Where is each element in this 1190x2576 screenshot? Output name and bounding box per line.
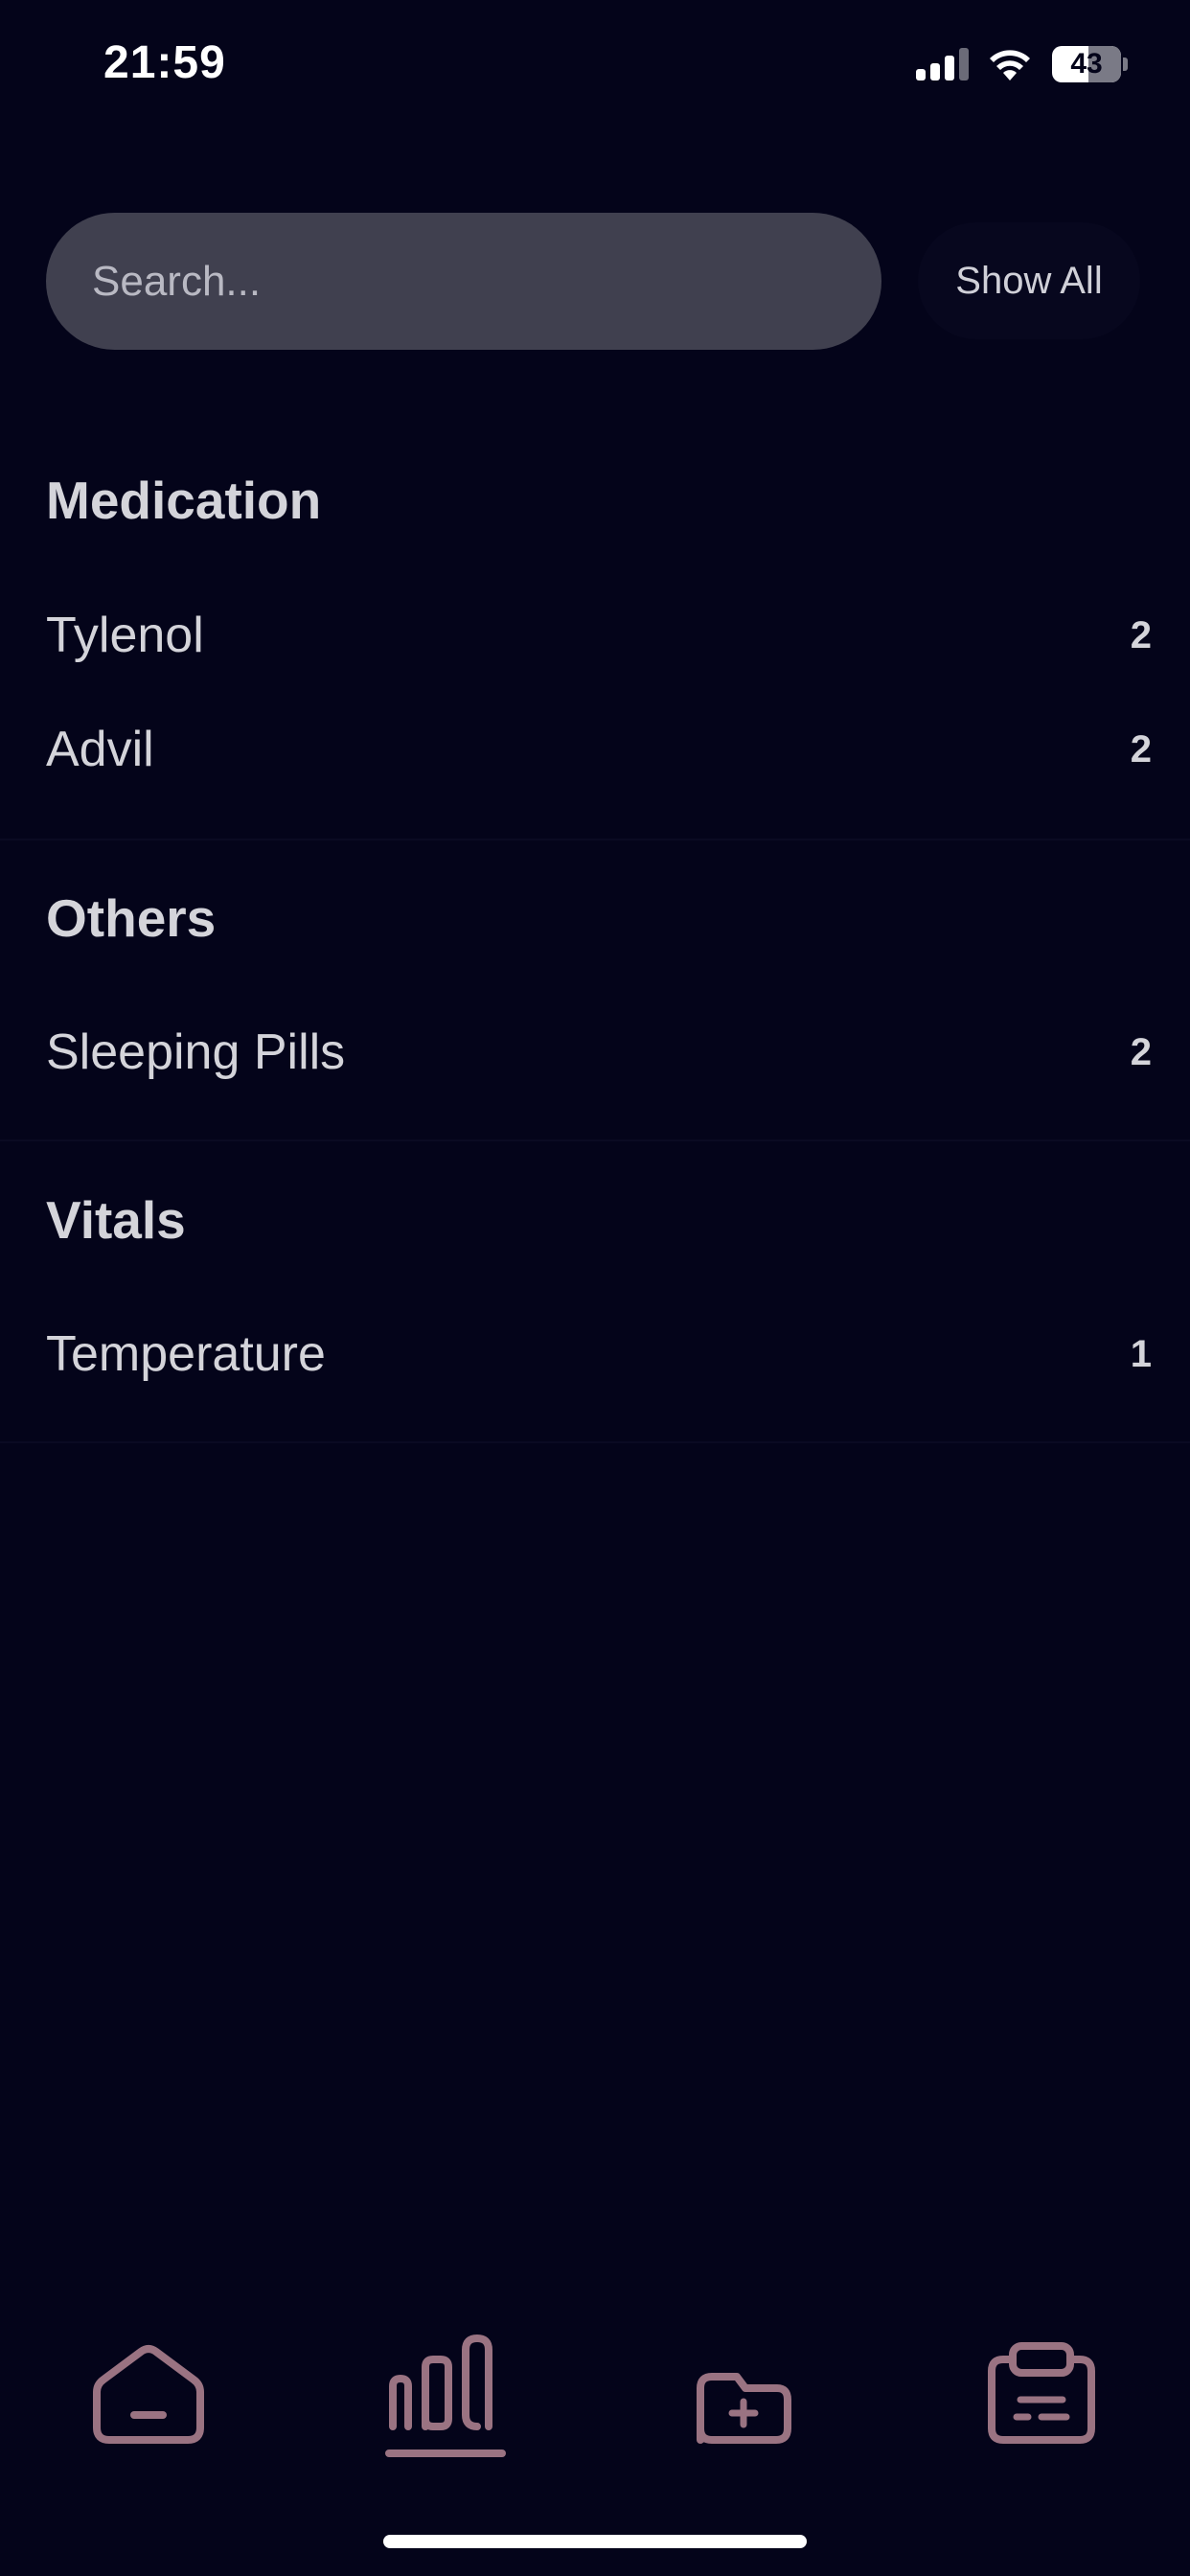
list-item-label: Advil xyxy=(46,722,154,777)
status-time: 21:59 xyxy=(103,37,226,88)
section-title: Others xyxy=(46,888,217,948)
list-item-count: 1 xyxy=(1130,1333,1152,1375)
list-item[interactable]: Sleeping Pills 2 xyxy=(0,1000,1190,1105)
section-divider xyxy=(0,839,1190,840)
tab-bar xyxy=(0,2300,1190,2511)
battery-level: 43 xyxy=(1070,48,1103,80)
home-indicator xyxy=(383,2535,807,2548)
search-input[interactable] xyxy=(92,213,839,350)
list-item[interactable]: Tylenol 2 xyxy=(0,583,1190,688)
battery-icon: 43 xyxy=(1052,46,1128,82)
list-item-count: 2 xyxy=(1130,1031,1152,1073)
tab-home[interactable] xyxy=(62,2300,235,2492)
list-item-label: Tylenol xyxy=(46,608,204,663)
clipboard-icon xyxy=(988,2342,1095,2444)
folder-add-icon xyxy=(697,2373,791,2444)
search-field[interactable] xyxy=(46,213,881,350)
home-icon xyxy=(93,2345,204,2444)
section-title: Vitals xyxy=(46,1190,186,1250)
wifi-icon xyxy=(987,44,1033,82)
signal-icon xyxy=(916,48,970,80)
section-title: Medication xyxy=(46,471,322,530)
section-divider xyxy=(0,1441,1190,1443)
stats-icon xyxy=(385,2334,506,2457)
list-item[interactable]: Temperature 1 xyxy=(0,1301,1190,1407)
section-divider xyxy=(0,1139,1190,1141)
tab-stats[interactable] xyxy=(360,2300,533,2492)
list-item-count: 2 xyxy=(1130,728,1152,770)
list-item[interactable]: Advil 2 xyxy=(0,697,1190,802)
list-item-count: 2 xyxy=(1130,614,1152,656)
list-item-label: Temperature xyxy=(46,1326,326,1382)
list-item-label: Sleeping Pills xyxy=(46,1024,346,1080)
status-bar: 21:59 43 xyxy=(0,0,1190,134)
tab-records[interactable] xyxy=(955,2300,1128,2492)
show-all-button[interactable]: Show All xyxy=(918,222,1140,339)
tab-add-record[interactable] xyxy=(657,2300,830,2492)
